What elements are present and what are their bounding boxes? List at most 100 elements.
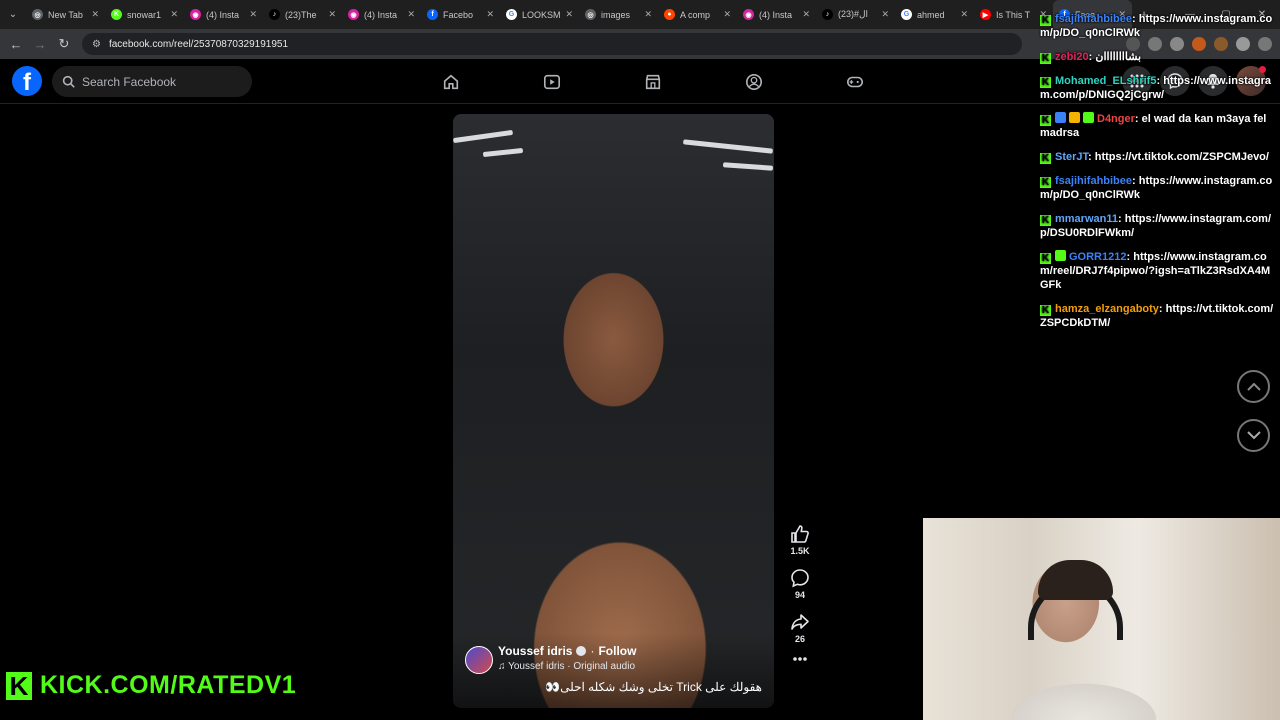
tab-close-icon[interactable]: ✕ [91,9,99,20]
audio-line[interactable]: ♫ Youssef idris · Original audio [498,661,635,672]
kick-badge-icon: K [1040,253,1051,264]
chat-username[interactable]: hamza_elzangaboty [1055,303,1159,315]
search-icon [62,75,75,88]
nav-marketplace[interactable] [602,59,703,104]
url-text: facebook.com/reel/25370870329191951 [108,38,289,50]
chat-badge-icon [1069,112,1080,123]
tab-title: images [601,9,631,20]
tab-title: (23)The [285,9,317,20]
chat-username[interactable]: GORR1212 [1069,251,1126,263]
author-line: Youssef idris · Follow [498,644,636,658]
reload-icon[interactable]: ↻ [52,36,76,52]
tab-close-icon[interactable]: ✕ [881,9,889,20]
chat-message: Khamza_elzangaboty: https://vt.tiktok.co… [1040,302,1276,330]
browser-tab[interactable]: ♪ (23)#ال ✕ [816,0,895,29]
browser-tab[interactable]: ◎ images ✕ [579,0,658,29]
chat-message: K SterJT: https://vt.tiktok.com/ZSPCMJevo… [1040,150,1276,164]
chat-username[interactable]: D4nger [1097,113,1135,125]
share-count: 26 [794,634,805,644]
tab-title: (4) Insta [206,9,240,20]
home-icon [443,74,458,89]
browser-tab[interactable]: ● A comp ✕ [658,0,737,29]
search-input[interactable] [82,74,232,89]
chat-separator: : [1117,213,1125,225]
tab-favicon-icon: ▶ [980,9,991,20]
chat-username[interactable]: fsajihifahbibee [1055,13,1132,25]
tab-title: A comp [680,9,711,20]
tab-title: snowar1 [127,9,162,20]
browser-tab[interactable]: ◉ (4) Insta ✕ [737,0,816,29]
tab-close-icon[interactable]: ✕ [644,9,652,20]
site-info-icon[interactable]: ⚙ [92,39,101,50]
reel-caption: هقولك على Trick تخلى وشك شكله احلى👀 [545,680,762,694]
tab-close-icon[interactable]: ✕ [486,9,494,20]
tab-close-icon[interactable]: ✕ [802,9,810,20]
kick-badge-icon: K [1040,15,1051,26]
share-button[interactable]: 26 [790,612,810,644]
tab-search-button[interactable]: ⌄ [0,0,26,29]
chat-username[interactable]: mmarwan11 [1055,213,1118,225]
tab-close-icon[interactable]: ✕ [249,9,257,20]
gym-lights [453,129,774,174]
marketplace-icon [645,74,660,89]
main-nav [400,59,905,104]
search-bar[interactable] [52,66,252,97]
tab-title: LOOKSM [522,9,561,20]
groups-icon [745,73,762,90]
chat-username[interactable]: fsajihifahbibee [1055,175,1132,187]
author-name[interactable]: Youssef idris [498,644,572,658]
chat-text: https://vt.tiktok.com/ZSPCMJevo/ [1094,151,1269,163]
chat-message: K Mohamed_ELshrif5: https://www.instagram… [1040,74,1276,102]
browser-tab[interactable]: Ksnowar1 ✕ [105,0,184,29]
comment-button[interactable]: 94 [790,568,810,600]
reel-video[interactable]: Youssef idris · Follow ♫ Youssef idris ·… [453,114,774,708]
kick-watermark: K KICK.COM/RATEDV1 [6,671,296,700]
kick-logo: K [6,671,32,700]
browser-tab[interactable]: Gahmed ✕ [895,0,974,29]
back-icon[interactable]: ← [4,37,28,52]
facebook-logo[interactable]: f [12,66,42,96]
tab-close-icon[interactable]: ✕ [407,9,415,20]
browser-tab[interactable]: ♪ (23)The ✕ [263,0,342,29]
follow-button[interactable]: Follow [598,644,636,658]
chevron-up-icon [1246,382,1261,391]
tab-close-icon[interactable]: ✕ [170,9,178,20]
more-options-button[interactable] [792,656,808,662]
nav-home[interactable] [400,59,501,104]
chat-separator: : [1132,13,1139,25]
tab-close-icon[interactable]: ✕ [723,9,731,20]
browser-tab[interactable]: ◉ (4) Insta ✕ [184,0,263,29]
address-bar[interactable]: ⚙ facebook.com/reel/25370870329191951 [82,33,1022,55]
author-avatar[interactable] [465,646,493,674]
nav-video[interactable] [501,59,602,104]
tab-close-icon[interactable]: ✕ [328,9,336,20]
kick-badge-icon: K [1040,115,1051,126]
tab-title: Is This T [996,9,1031,20]
nav-gaming[interactable] [804,59,905,104]
chat-badge-icon [1055,112,1066,123]
kick-badge-icon: K [1040,153,1051,164]
chat-username[interactable]: Mohamed_ELshrif5 [1055,75,1156,87]
tab-close-icon[interactable]: ✕ [960,9,968,20]
forward-icon[interactable]: → [28,37,52,52]
tab-favicon-icon: ♪ [269,9,280,20]
browser-tab[interactable]: f Facebo ✕ [421,0,500,29]
tab-close-icon[interactable]: ✕ [565,9,573,20]
chat-separator: : [1088,151,1095,163]
browser-tab[interactable]: ◉ (4) Insta ✕ [342,0,421,29]
nav-groups[interactable] [703,59,804,104]
tab-favicon-icon: ◉ [348,9,359,20]
thumbs-up-icon [791,525,809,543]
tab-title: Facebo [443,9,474,20]
video-icon [543,74,560,89]
chevron-down-icon [1246,431,1261,440]
chat-username[interactable]: zebi20 [1055,51,1089,63]
scroll-down-button[interactable] [1237,419,1270,452]
like-button[interactable]: 1.5K [790,524,810,556]
chat-username[interactable]: SterJT [1055,151,1088,163]
scroll-up-button[interactable] [1237,370,1270,403]
chat-separator: : [1132,175,1139,187]
like-count: 1.5K [790,546,810,556]
browser-tab[interactable]: G LOOKSM ✕ [500,0,579,29]
browser-tab[interactable]: ◎ New Tab ✕ [26,0,105,29]
